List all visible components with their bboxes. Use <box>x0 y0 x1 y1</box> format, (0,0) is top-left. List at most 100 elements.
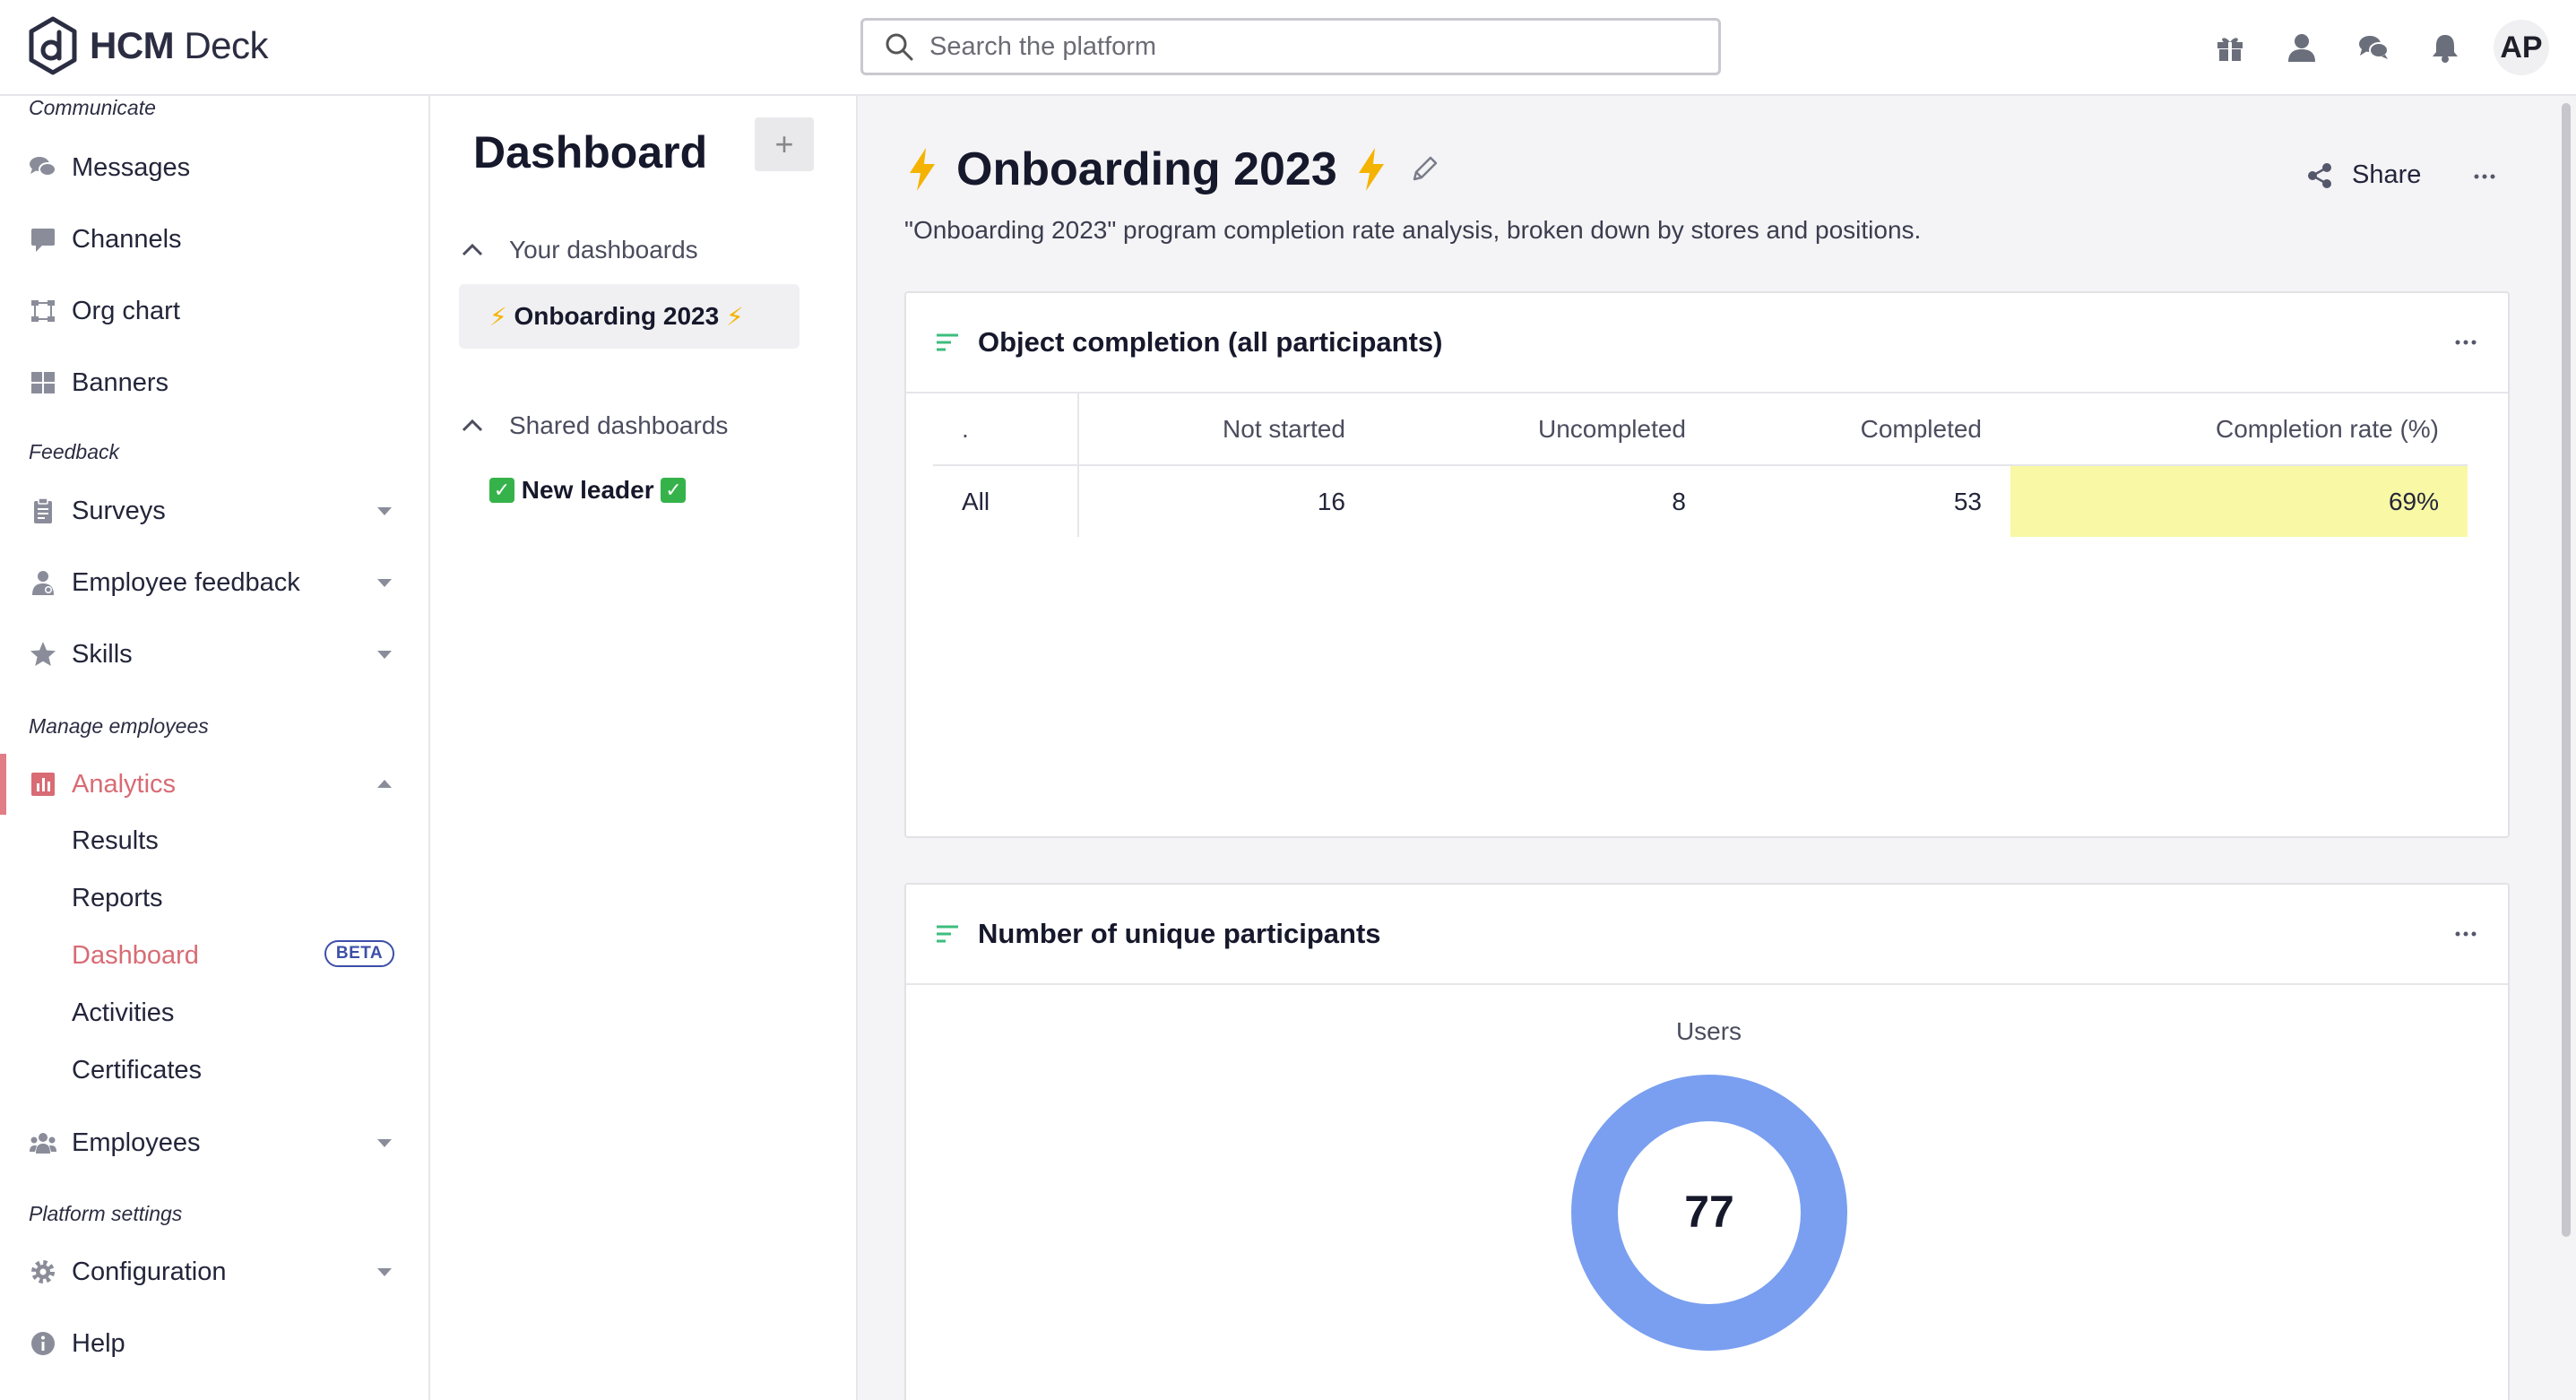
info-icon <box>29 1329 57 1358</box>
more-options-icon[interactable] <box>2450 326 2482 359</box>
user-avatar[interactable]: AP <box>2494 20 2549 75</box>
table-cell: 53 <box>1953 487 1982 515</box>
dashboard-item-onboarding[interactable]: ⚡ Onboarding 2023 ⚡ <box>459 284 800 349</box>
column-header[interactable]: Not started <box>1078 393 1374 466</box>
sidebar-item-messages[interactable]: Messages <box>0 141 428 194</box>
sidebar-item-label: Skills <box>72 639 133 669</box>
list-lines-icon <box>937 925 958 943</box>
shared-dashboards-header[interactable]: Shared dashboards <box>459 411 728 440</box>
sidebar-item-surveys[interactable]: Surveys <box>0 484 428 538</box>
unique-participants-card: Number of unique participants Users 77 <box>904 883 2510 1400</box>
caret-down-icon[interactable] <box>373 1260 396 1283</box>
page-description: "Onboarding 2023" program completion rat… <box>904 216 1922 244</box>
completion-table: . Not started Uncompleted Completed Comp… <box>933 393 2468 537</box>
table-cell-highlight: 69% <box>2010 465 2468 537</box>
participants-donut: 77 <box>1571 1075 1847 1351</box>
list-lines-icon <box>937 333 958 351</box>
add-dashboard-button[interactable]: + <box>755 117 814 171</box>
sidebar-item-label: Configuration <box>72 1257 227 1286</box>
top-bar: HCM Deck Search the platform AP <box>0 0 2576 96</box>
sidebar-item-employees[interactable]: Employees <box>0 1116 428 1170</box>
chevron-up-icon <box>462 419 483 432</box>
gift-button[interactable] <box>2194 21 2266 74</box>
sidebar-item-label: Banners <box>72 367 169 397</box>
caret-down-icon[interactable] <box>373 643 396 666</box>
page-title: Onboarding 2023 <box>904 143 1439 196</box>
sidebar-item-label: Org chart <box>72 296 180 325</box>
lightning-icon: ⚡ <box>489 302 507 331</box>
dashboard-list-panel: Dashboard + Your dashboards ⚡ Onboarding… <box>430 96 858 1400</box>
sidebar-subitem-results[interactable]: Results <box>72 826 159 856</box>
app-logo[interactable]: HCM Deck <box>27 16 269 75</box>
search-box[interactable] <box>860 18 1721 75</box>
top-icons: AP <box>2194 20 2549 75</box>
column-header[interactable]: Uncompleted <box>1374 393 1715 466</box>
search-icon <box>886 33 913 61</box>
bar-chart-icon <box>29 770 57 799</box>
sidebar-subitem-activities[interactable]: Activities <box>72 998 174 1028</box>
sidebar-item-banners[interactable]: Banners <box>0 356 428 410</box>
sidebar-item-help[interactable]: Help <box>0 1317 428 1370</box>
table-cell: 16 <box>1317 487 1345 515</box>
sidebar-item-channels[interactable]: Channels <box>0 212 428 266</box>
section-manage-employees: Manage employees <box>29 714 209 738</box>
metric-label: Users <box>1675 1017 1742 1045</box>
caret-down-icon[interactable] <box>373 499 396 523</box>
sidebar-item-label: Channels <box>72 224 182 254</box>
beta-badge: BETA <box>324 940 394 967</box>
check-icon: ✓ <box>661 478 687 503</box>
section-feedback: Feedback <box>29 440 120 463</box>
sidebar-subitem-certificates[interactable]: Certificates <box>72 1056 202 1085</box>
card-title: Object completion (all participants) <box>978 326 1443 358</box>
chevron-up-icon <box>462 243 483 256</box>
gift-icon <box>2217 38 2243 61</box>
table-row: All 16 8 53 69% <box>933 465 2468 537</box>
logo-text: HCM Deck <box>90 24 269 66</box>
main-scrollbar[interactable] <box>2562 103 2571 1237</box>
sidebar-item-label: Help <box>72 1328 125 1358</box>
notifications-button[interactable] <box>2409 21 2481 74</box>
lightning-icon <box>1358 148 1384 191</box>
sidebar-subitem-reports[interactable]: Reports <box>72 884 163 913</box>
chat-icon <box>2359 36 2389 59</box>
share-icon <box>2308 162 2331 188</box>
banners-icon <box>29 368 57 397</box>
more-options-icon[interactable] <box>2468 160 2501 193</box>
card-header: Object completion (all participants) <box>906 293 2508 393</box>
column-header[interactable]: Completion rate (%) <box>2010 393 2468 466</box>
person-icon <box>2288 34 2315 62</box>
caret-down-icon[interactable] <box>373 1131 396 1154</box>
share-label: Share <box>2352 160 2422 189</box>
sidebar-item-configuration[interactable]: Configuration <box>0 1245 428 1299</box>
sidebar-item-label: Employee feedback <box>72 567 300 597</box>
caret-down-icon[interactable] <box>373 571 396 594</box>
column-header[interactable]: Completed <box>1715 393 2010 466</box>
search-input[interactable] <box>929 31 1682 62</box>
sidebar-item-org-chart[interactable]: Org chart <box>0 284 428 338</box>
caret-up-icon[interactable] <box>373 773 396 796</box>
dashboard-item-new-leader[interactable]: ✓ New leader ✓ <box>459 458 800 523</box>
your-dashboards-header[interactable]: Your dashboards <box>459 236 698 264</box>
chat-button[interactable] <box>2338 21 2409 74</box>
sidebar-item-label: Analytics <box>72 769 177 799</box>
edit-pencil-icon[interactable] <box>1409 154 1439 185</box>
check-icon: ✓ <box>489 478 514 503</box>
main-content: Onboarding 2023 Share "Onboarding 2023" … <box>858 96 2576 1400</box>
sidebar-item-analytics[interactable]: Analytics <box>0 754 428 815</box>
object-completion-card: Object completion (all participants) . N… <box>904 291 2510 838</box>
logo-icon <box>29 16 77 75</box>
table-cell: All <box>933 465 1079 537</box>
sidebar-item-skills[interactable]: Skills <box>0 627 428 681</box>
group-icon <box>29 1128 57 1157</box>
page-title-text: Onboarding 2023 <box>956 143 1337 195</box>
channels-icon <box>29 225 57 254</box>
share-button[interactable]: Share <box>2305 160 2421 190</box>
feedback-person-icon <box>29 568 57 597</box>
card-title: Number of unique participants <box>978 918 1381 949</box>
more-options-icon[interactable] <box>2450 918 2482 950</box>
sidebar-subitem-dashboard[interactable]: Dashboard <box>72 941 199 971</box>
clipboard-icon <box>29 497 57 525</box>
column-header: . <box>933 393 1079 466</box>
profile-button[interactable] <box>2266 21 2338 74</box>
sidebar-item-employee-feedback[interactable]: Employee feedback <box>0 556 428 609</box>
